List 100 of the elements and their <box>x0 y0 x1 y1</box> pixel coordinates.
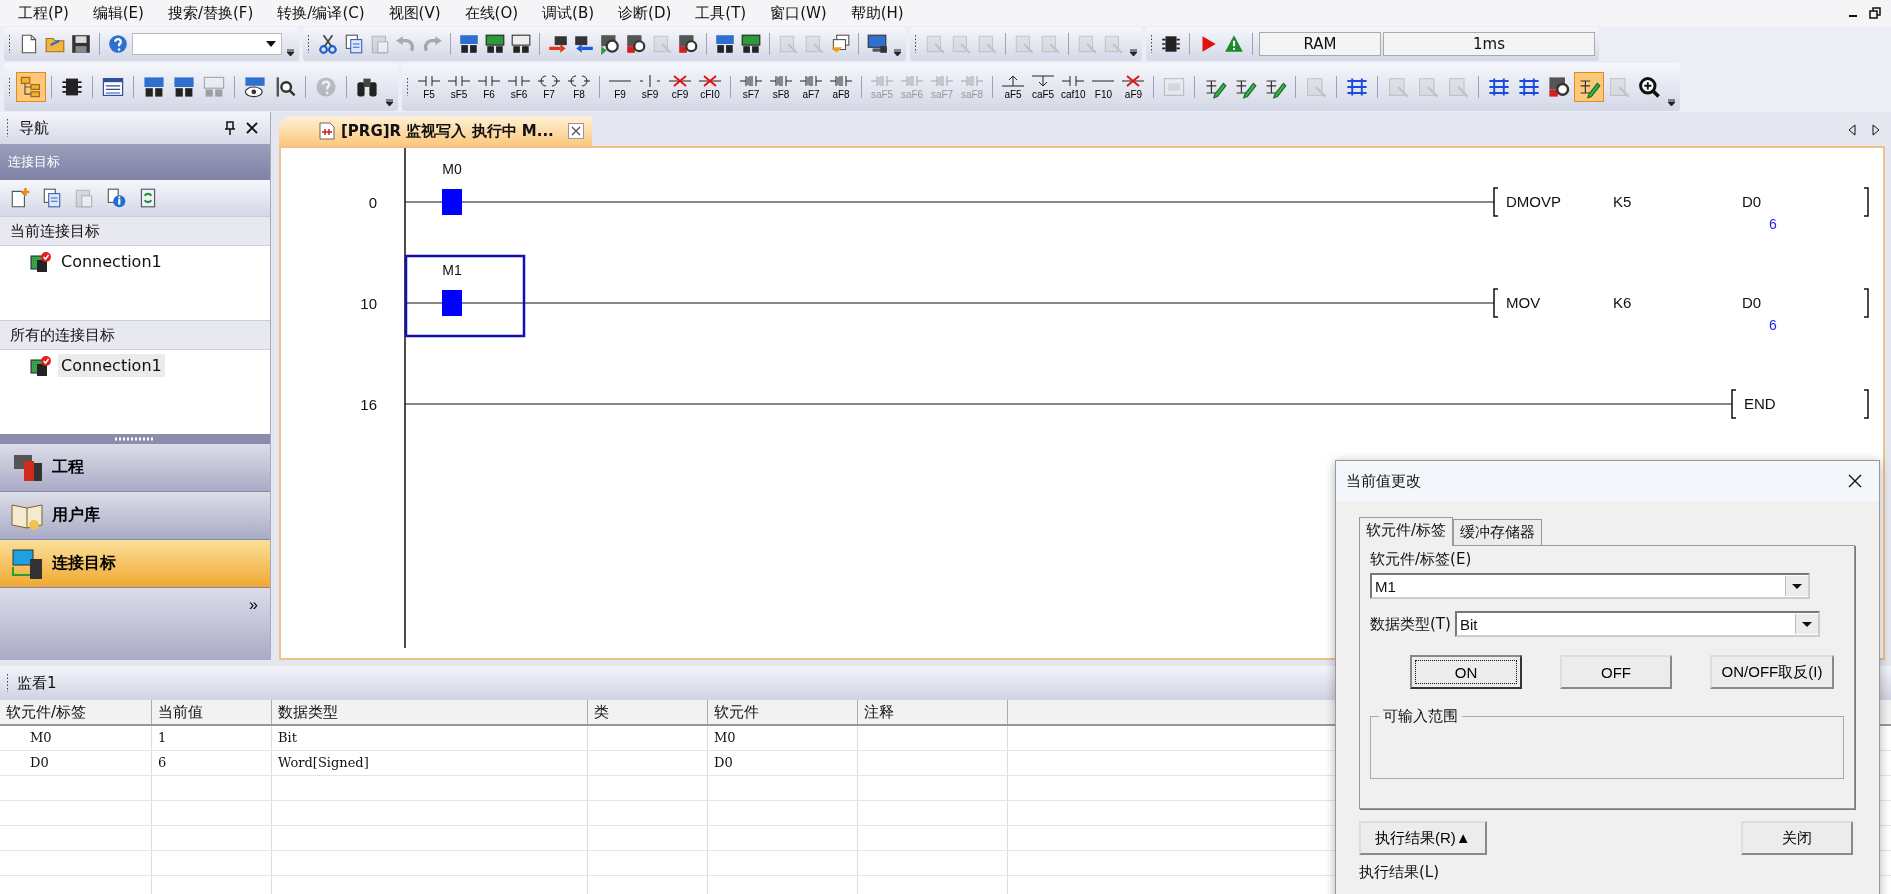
close-button[interactable]: 关闭 <box>1741 821 1853 855</box>
menu-item[interactable]: 工程(P) <box>6 1 81 25</box>
ladder-key-button[interactable]: F5 <box>415 74 443 100</box>
ladder-symbol-icon <box>567 74 591 87</box>
ladder-key-button[interactable]: F10 <box>1089 74 1118 100</box>
device-icon[interactable] <box>457 32 481 56</box>
column-header[interactable]: 类 <box>588 700 708 724</box>
magnifier-icon[interactable] <box>624 32 648 56</box>
view-button[interactable]: 工程 <box>0 444 270 492</box>
ladder-key-button[interactable]: cF9 <box>666 74 694 100</box>
operand: D0 <box>1742 294 1762 311</box>
close-icon[interactable] <box>567 123 584 139</box>
grip-icon[interactable] <box>6 118 9 138</box>
magnifier-icon[interactable] <box>598 32 622 56</box>
help-icon[interactable] <box>106 32 130 56</box>
group-label: 可输入范围 <box>1382 707 1459 726</box>
current-value: 6 <box>1769 317 1777 333</box>
ladder-key-button[interactable]: sF9 <box>636 74 664 100</box>
ladder-key-button[interactable]: F9 <box>606 74 634 100</box>
grip-icon[interactable] <box>8 77 11 97</box>
tree-icon[interactable] <box>17 73 45 101</box>
ladder-symbol-icon <box>739 74 763 87</box>
ladder-key-button[interactable]: sF5 <box>445 74 473 100</box>
editor-tab[interactable]: [PRG]R 监视写入 执行中 M... <box>279 116 592 146</box>
ladder-symbol-icon <box>1031 74 1055 87</box>
grip-icon[interactable] <box>307 34 310 54</box>
splitter-handle-icon[interactable] <box>115 437 155 441</box>
scroll-right-icon[interactable] <box>1871 124 1881 136</box>
pages-icon[interactable] <box>828 32 852 56</box>
view-button[interactable]: 用户库 <box>0 492 270 540</box>
ladder-key-button[interactable]: aF5 <box>999 74 1027 100</box>
monitor-icon[interactable] <box>865 32 889 56</box>
instruction-bracket <box>1731 389 1737 419</box>
ladder-symbol-icon <box>870 74 894 87</box>
dialog-button[interactable]: ON <box>1410 655 1522 689</box>
dialog-tab[interactable]: 软元件/标签 <box>1359 517 1454 546</box>
view-button[interactable]: 连接目标 <box>0 540 270 588</box>
menu-item[interactable]: 工具(T) <box>683 1 759 25</box>
ladder-key-button[interactable]: F6 <box>475 74 503 100</box>
magnifier-icon[interactable] <box>676 32 700 56</box>
menu-item[interactable]: 帮助(H) <box>838 1 916 25</box>
dialog-button[interactable]: OFF <box>1560 655 1672 689</box>
operand: K6 <box>1613 294 1632 311</box>
ladder-key-button[interactable]: sF8 <box>767 74 795 100</box>
scissors-icon[interactable] <box>316 32 340 56</box>
close-icon[interactable] <box>1847 473 1863 489</box>
dropdown-arrow-icon[interactable] <box>266 41 276 47</box>
grip-icon[interactable] <box>6 673 9 693</box>
grip-icon[interactable] <box>1150 34 1153 54</box>
grip-icon[interactable] <box>406 77 409 97</box>
pin-icon[interactable] <box>224 121 236 135</box>
column-header[interactable]: 软元件/标签 <box>0 700 152 724</box>
more-button[interactable]: » <box>249 594 258 616</box>
menu-item[interactable]: 转换/编译(C) <box>265 1 377 25</box>
menu-item[interactable]: 调试(B) <box>530 1 607 25</box>
restore-icon[interactable] <box>1869 7 1881 19</box>
status-field: RAM <box>1259 32 1381 56</box>
column-header[interactable]: 注释 <box>858 700 1008 724</box>
menu-item[interactable]: 搜索/替换(F) <box>155 1 266 25</box>
ladder-key-button[interactable]: F8 <box>565 74 593 100</box>
ladder-key-button[interactable]: sF6 <box>505 74 533 100</box>
ladder-symbol-icon <box>698 74 722 87</box>
connection-icon <box>30 354 52 377</box>
dialog-tab[interactable]: 缓冲存储器 <box>1453 519 1543 545</box>
result-toggle-button[interactable]: 执行结果(R)▲ <box>1359 821 1487 855</box>
device-icon[interactable] <box>483 32 507 56</box>
menu-item[interactable]: 在线(O) <box>452 1 531 25</box>
scroll-left-icon[interactable] <box>1847 124 1857 136</box>
dialog-button[interactable]: ON/OFF取反(I) <box>1710 655 1834 689</box>
ladder-key-button[interactable]: aF7 <box>797 74 825 100</box>
status-field: 1ms <box>1383 32 1595 56</box>
device-icon[interactable] <box>739 32 763 56</box>
column-header[interactable]: 数据类型 <box>272 700 588 724</box>
grip-icon[interactable] <box>914 34 917 54</box>
menu-item[interactable]: 诊断(D) <box>606 1 684 25</box>
ladder-symbol-icon <box>960 74 984 87</box>
menu-item[interactable]: 编辑(E) <box>80 1 156 25</box>
ladder-key-button[interactable]: aF9 <box>1119 74 1148 100</box>
close-icon[interactable] <box>246 122 258 134</box>
instruction-name: END <box>1744 395 1776 412</box>
column-header[interactable]: 软元件 <box>708 700 858 724</box>
pencil-icon[interactable] <box>1575 73 1604 101</box>
table-cell: M0 <box>0 726 152 750</box>
data-type-combo-box[interactable]: Bit <box>1454 611 1820 637</box>
device-icon[interactable] <box>713 32 737 56</box>
menu-item[interactable]: 视图(V) <box>376 1 453 25</box>
ladder-key-button[interactable]: aF8 <box>827 74 855 100</box>
device-combo-box[interactable]: M1 <box>1370 573 1810 599</box>
ladder-key-button[interactable]: caf10 <box>1059 74 1088 100</box>
menu-item[interactable]: 窗口(W) <box>758 1 839 25</box>
list-item[interactable]: Connection1 <box>58 250 165 273</box>
ladder-key-button[interactable]: cFI0 <box>696 74 724 100</box>
grip-icon[interactable] <box>8 34 11 54</box>
column-header[interactable]: 当前值 <box>152 700 272 724</box>
ladder-key-button[interactable]: caF5 <box>1029 74 1057 100</box>
ladder-key-button[interactable]: sF7 <box>737 74 765 100</box>
device-icon[interactable] <box>509 32 533 56</box>
ladder-key-button[interactable]: F7 <box>535 74 563 100</box>
list-item[interactable]: Connection1 <box>58 354 165 377</box>
step-number: 10 <box>360 295 377 312</box>
